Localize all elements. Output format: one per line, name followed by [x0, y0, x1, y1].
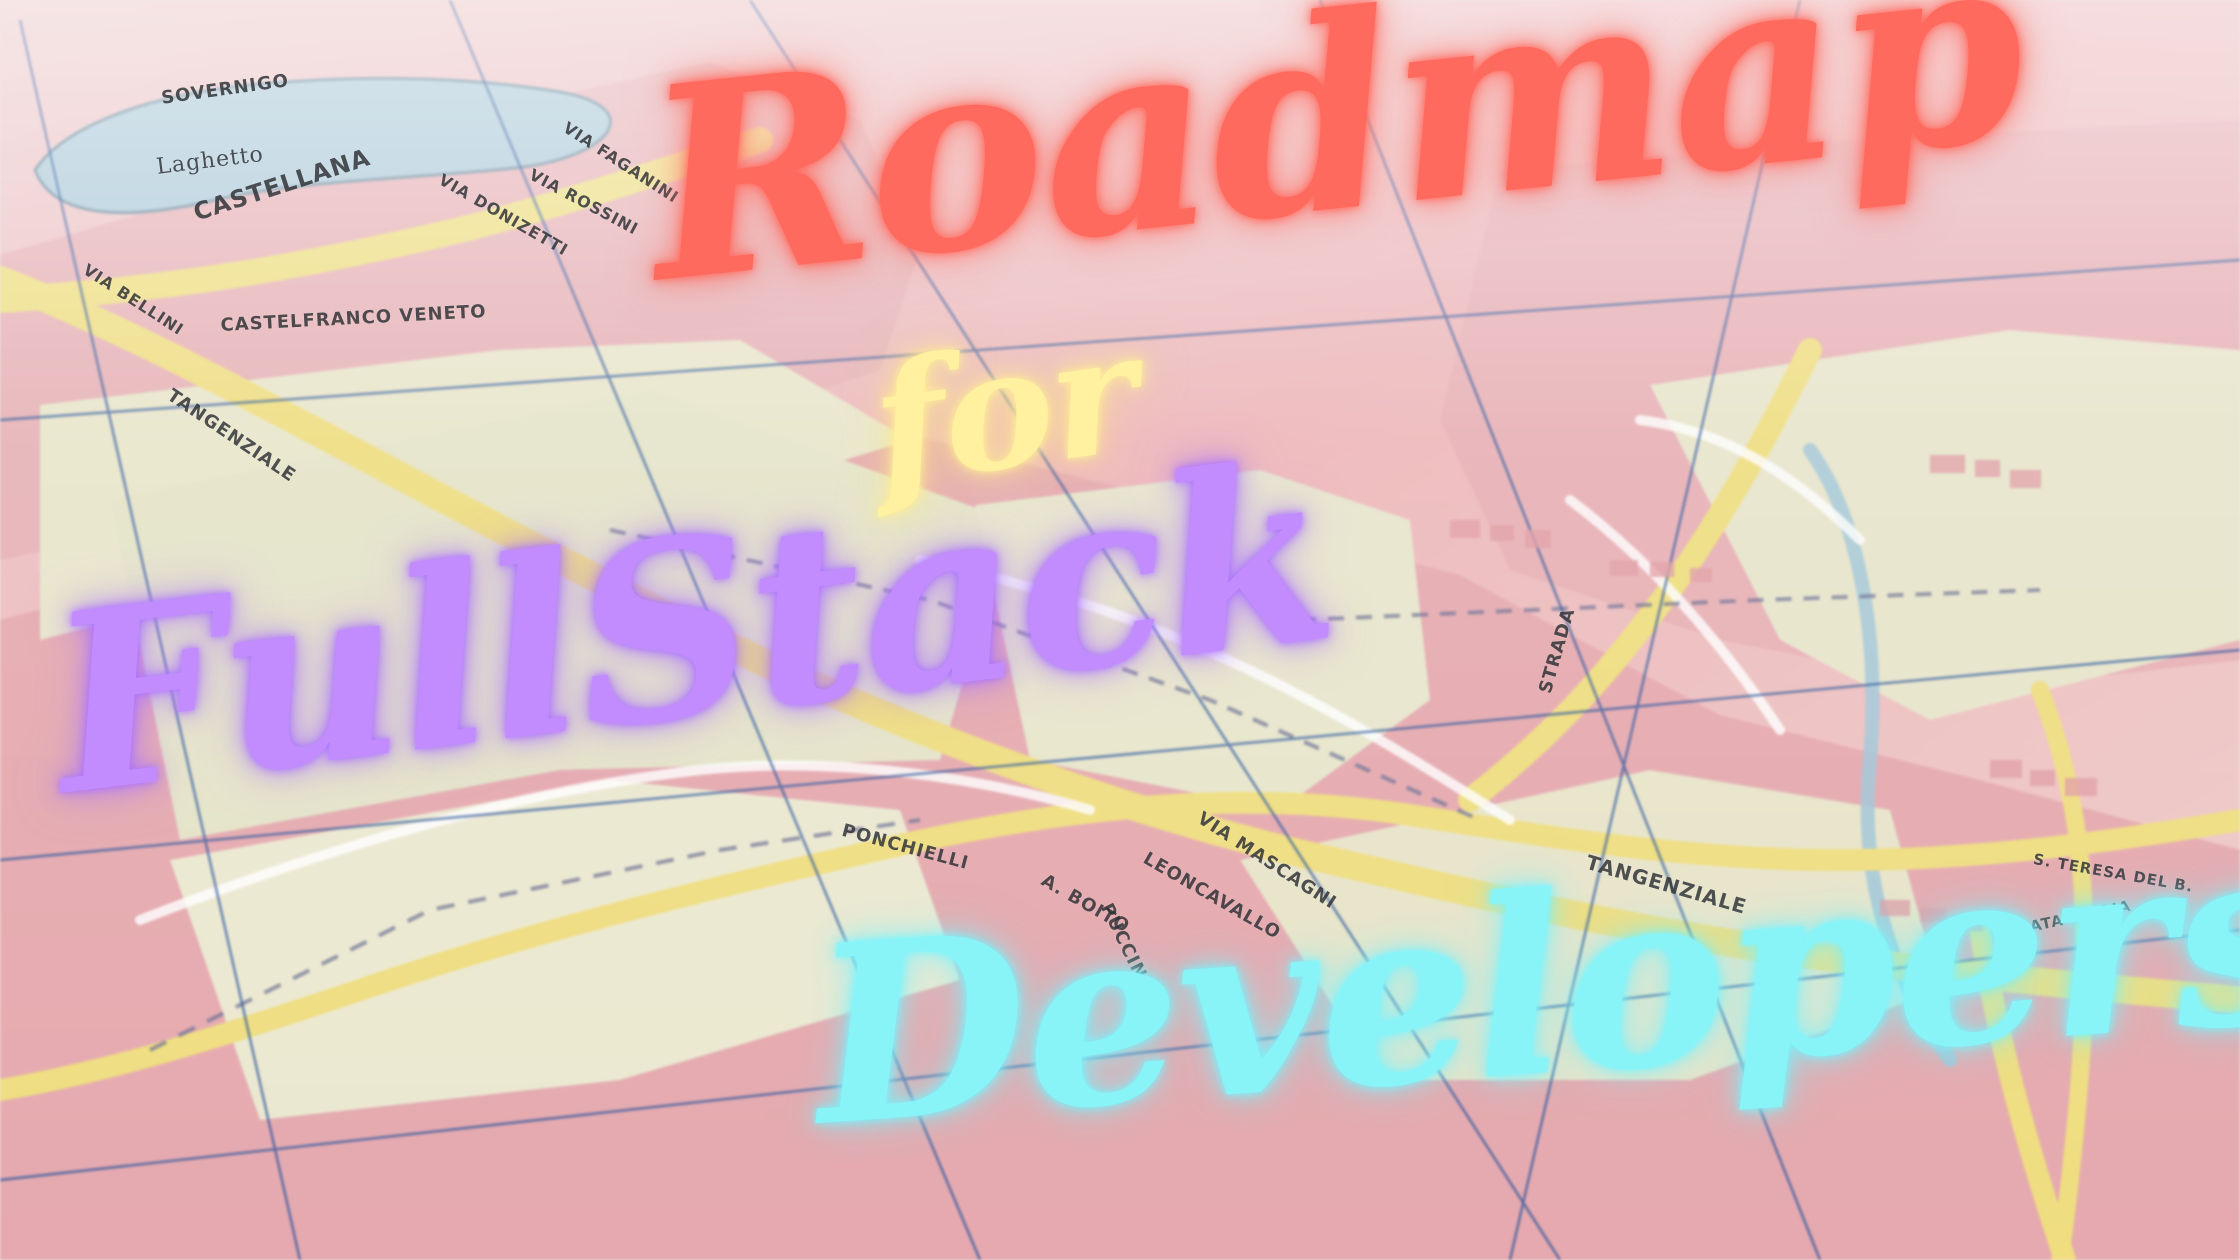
poster-canvas: SOVERNIGO Laghetto CASTELLANA VIA DONIZE… — [0, 0, 2240, 1260]
